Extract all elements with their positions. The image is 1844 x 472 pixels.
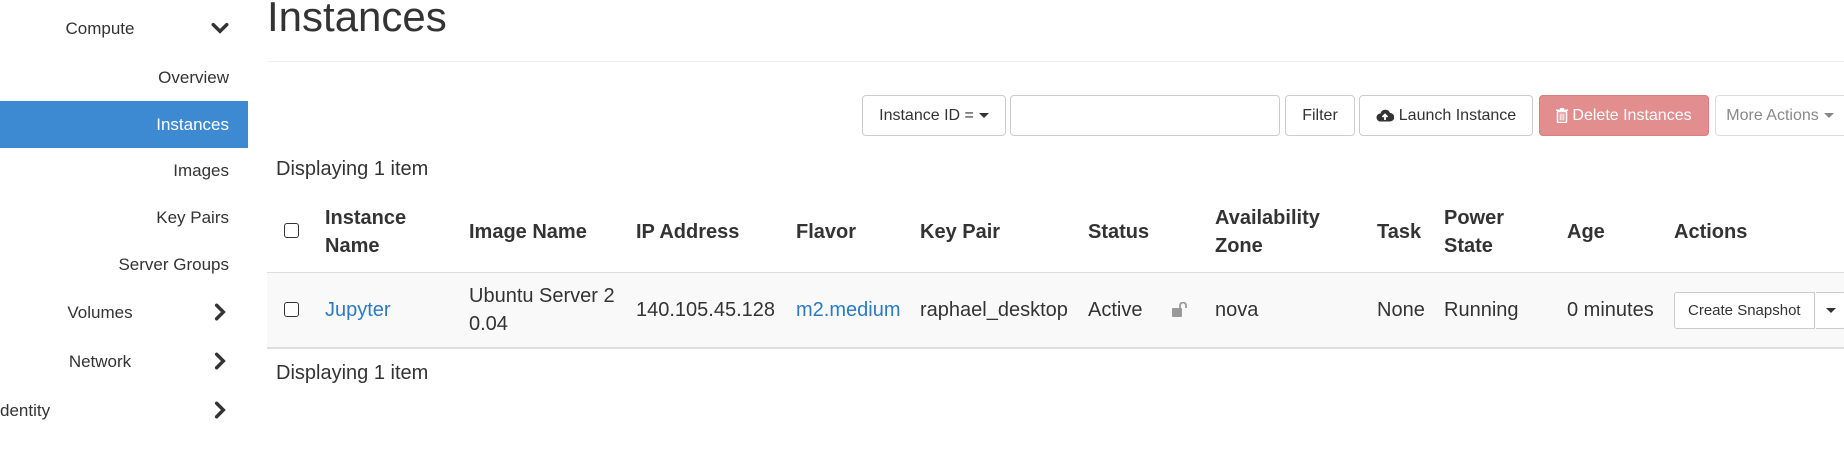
create-snapshot-button[interactable]: Create Snapshot (1674, 292, 1815, 329)
chevron-right-icon (214, 401, 226, 419)
sidebar-item-label: Server Groups (118, 254, 229, 274)
sidebar-group-identity[interactable]: dentity (0, 387, 248, 434)
main-content: Instances Instance ID = Filter Launch In… (267, 0, 1844, 472)
header-line: Zone (1215, 235, 1263, 257)
sidebar-item-key-pairs[interactable]: Key Pairs (0, 194, 248, 241)
sidebar-item-images[interactable]: Images (0, 147, 248, 194)
more-actions-button[interactable]: More Actions (1715, 95, 1844, 136)
column-header-age[interactable]: Age (1567, 218, 1605, 246)
column-header-actions: Actions (1674, 221, 1748, 243)
sidebar: Compute Overview Instances Images Key Pa… (0, 0, 248, 472)
image-name-cell: Ubuntu Server 2 0.04 (469, 282, 615, 338)
sidebar-group-label: Compute (65, 18, 135, 38)
ip-address-cell: 140.105.45.128 (636, 299, 776, 321)
delete-instances-label: Delete Instances (1572, 106, 1692, 124)
display-count-top: Displaying 1 item (276, 158, 429, 180)
column-header-image-name[interactable]: Image Name (469, 218, 587, 246)
column-header-task[interactable]: Task (1377, 218, 1421, 246)
image-name-line: 0.04 (469, 313, 508, 335)
power-state-cell: Running (1444, 299, 1519, 321)
header-line: Name (325, 235, 380, 257)
column-header-power-state[interactable]: Power State (1444, 204, 1504, 260)
more-actions-label: More Actions (1726, 106, 1819, 124)
column-header-key-pair[interactable]: Key Pair (920, 218, 1000, 246)
sidebar-item-label: Key Pairs (156, 207, 229, 227)
header-line: Power (1444, 207, 1505, 229)
page-title: Instances (267, 0, 447, 40)
trash-icon (1556, 108, 1569, 123)
row-select-checkbox[interactable] (284, 302, 299, 317)
sidebar-item-label: Instances (156, 114, 229, 134)
sidebar-group-label: dentity (0, 400, 51, 420)
display-count-bottom: Displaying 1 item (276, 362, 429, 384)
launch-instance-label: Launch Instance (1398, 106, 1517, 124)
filter-button-label: Filter (1302, 106, 1338, 124)
flavor-link[interactable]: m2.medium (796, 296, 900, 324)
launch-instance-button[interactable]: Launch Instance (1359, 95, 1533, 136)
sidebar-group-network[interactable]: Network (0, 338, 248, 385)
select-all-checkbox[interactable] (284, 223, 299, 238)
sidebar-item-instances[interactable]: Instances (0, 101, 248, 148)
task-cell: None (1377, 299, 1425, 321)
header-line: State (1444, 235, 1493, 257)
caret-down-icon (1825, 308, 1836, 313)
image-name-line: Ubuntu Server 2 (469, 285, 615, 307)
column-header-ip-address[interactable]: IP Address (636, 218, 739, 246)
key-pair-cell: raphael_desktop (920, 299, 1068, 321)
header-line: Availability (1215, 207, 1320, 229)
caret-down-icon (978, 113, 989, 118)
delete-instances-button[interactable]: Delete Instances (1539, 95, 1709, 136)
sidebar-group-volumes[interactable]: Volumes (0, 289, 248, 336)
column-header-availability-zone[interactable]: Availability Zone (1215, 204, 1320, 260)
chevron-right-icon (214, 352, 226, 370)
search-input[interactable] (1010, 95, 1280, 136)
chevron-right-icon (214, 303, 226, 321)
age-cell: 0 minutes (1567, 299, 1654, 321)
column-header-instance-name[interactable]: Instance Name (325, 204, 406, 260)
column-header-flavor[interactable]: Flavor (796, 218, 856, 246)
filter-button[interactable]: Filter (1285, 95, 1355, 136)
filter-field-select[interactable]: Instance ID = (862, 95, 1006, 136)
sidebar-item-label: Overview (158, 67, 229, 87)
sidebar-item-overview[interactable]: Overview (0, 54, 248, 101)
sidebar-group-compute[interactable]: Compute (0, 5, 248, 52)
column-header-status[interactable]: Status (1088, 218, 1149, 246)
sidebar-group-label: Network (68, 351, 132, 371)
filter-field-label: Instance ID = (879, 106, 974, 124)
header-line: Instance (325, 207, 407, 229)
sidebar-item-server-groups[interactable]: Server Groups (0, 241, 248, 288)
caret-down-icon (1823, 113, 1834, 118)
instance-name-link[interactable]: Jupyter (325, 296, 391, 324)
availability-zone-cell: nova (1215, 299, 1259, 321)
sidebar-item-label: Images (173, 160, 229, 180)
title-divider (267, 61, 1844, 62)
cloud-upload-icon (1376, 109, 1394, 121)
status-cell: Active (1088, 299, 1143, 321)
chevron-down-icon (211, 22, 229, 34)
unlocked-icon[interactable] (1172, 302, 1190, 318)
create-snapshot-label: Create Snapshot (1688, 302, 1801, 319)
sidebar-group-label: Volumes (67, 302, 133, 322)
row-actions-dropdown[interactable] (1816, 292, 1844, 329)
table-row: Jupyter Ubuntu Server 2 0.04 140.105.45.… (267, 272, 1844, 349)
